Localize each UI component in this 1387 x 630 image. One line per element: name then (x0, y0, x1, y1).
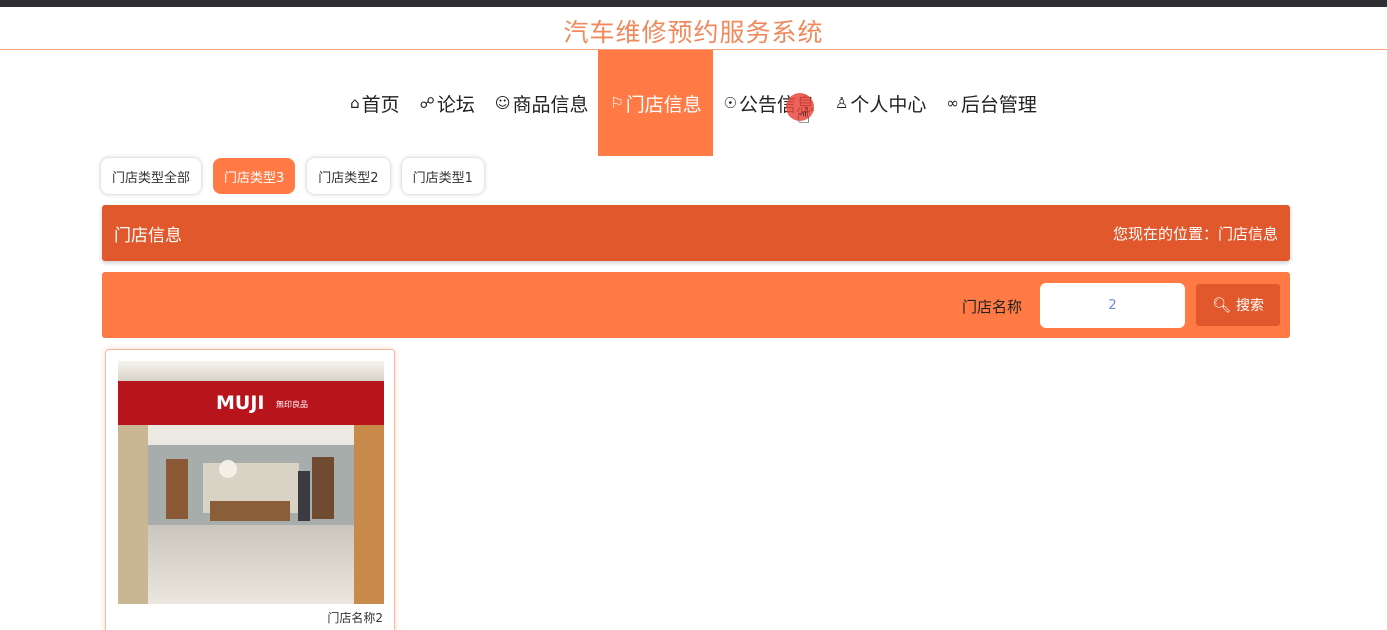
store-card[interactable]: MUJI 無印良品 门店名称2 (105, 349, 395, 630)
nav-item-stores[interactable]: ⚐ 门店信息 (598, 50, 714, 156)
link-icon: ∞ (946, 94, 959, 112)
chat-icon: ☍ (419, 94, 435, 112)
search-panel: 门店名称 🔍︎ 搜索 (102, 272, 1290, 338)
nav-item-label: 商品信息 (512, 93, 589, 116)
window-top-bar (0, 0, 1387, 7)
search-icon: 🔍︎ (1211, 296, 1232, 314)
nav-item-home[interactable]: ⌂ 首页 (340, 50, 410, 156)
nav-item-forum[interactable]: ☍ 论坛 (410, 50, 485, 156)
nav-item-label: 个人中心 (850, 93, 927, 116)
search-button[interactable]: 🔍︎ 搜索 (1196, 284, 1280, 326)
store-brand-text: MUJI (216, 392, 264, 414)
site-header: 汽车维修预约服务系统 (0, 7, 1387, 50)
nav-item-label: 后台管理 (960, 93, 1037, 116)
category-tabs: 门店类型全部 门店类型3 门店类型2 门店类型1 (101, 158, 496, 194)
section-title: 门店信息 (114, 225, 182, 246)
product-icon: ☺ (494, 94, 511, 112)
category-tab-type3[interactable]: 门店类型3 (213, 158, 296, 194)
store-name-search-input[interactable] (1040, 283, 1185, 328)
section-header: 门店信息 您现在的位置：门店信息 (102, 205, 1290, 261)
store-brand-sub-text: 無印良品 (276, 399, 308, 409)
flag-icon: ⚐ (610, 94, 624, 112)
category-tab-all[interactable]: 门店类型全部 (101, 158, 202, 194)
nav-item-label: 论坛 (436, 93, 475, 116)
store-name: 门店名称2 (327, 611, 383, 625)
category-tab-type1[interactable]: 门店类型1 (401, 158, 484, 194)
search-button-label: 搜索 (1236, 298, 1265, 314)
nav-item-profile[interactable]: ♙ 个人中心 (825, 50, 936, 156)
main-nav: ⌂ 首页 ☍ 论坛 ☺ 商品信息 ⚐ 门店信息 ☉ 公告信息 ♙ 个人中心 ∞ … (0, 50, 1387, 156)
nav-item-products[interactable]: ☺ 商品信息 (485, 50, 599, 156)
home-icon: ⌂ (350, 94, 360, 112)
nav-item-admin[interactable]: ∞ 后台管理 (936, 50, 1047, 156)
nav-item-label: 首页 (361, 93, 400, 116)
search-label: 门店名称 (962, 298, 1023, 316)
breadcrumb: 您现在的位置：门店信息 (1112, 224, 1278, 243)
site-title: 汽车维修预约服务系统 (563, 18, 824, 47)
nav-item-label: 门店信息 (625, 93, 702, 116)
notice-icon: ☉ (723, 94, 737, 112)
hand-cursor-icon: ☝ (797, 104, 811, 129)
category-tab-type2[interactable]: 门店类型2 (307, 158, 390, 194)
user-icon: ♙ (834, 94, 849, 112)
store-image[interactable]: MUJI 無印良品 (118, 361, 384, 604)
